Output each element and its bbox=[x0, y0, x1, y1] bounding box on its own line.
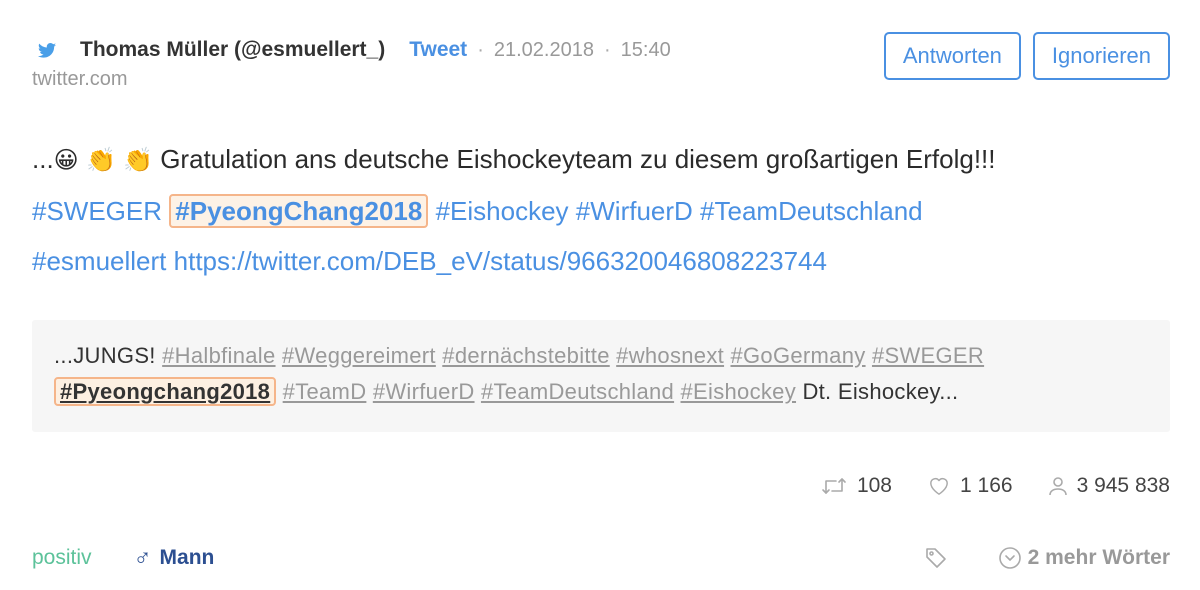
twitter-bird-icon bbox=[34, 37, 60, 63]
quote-prefix: ...JUNGS! bbox=[54, 343, 156, 368]
more-words-label: 2 mehr Wörter bbox=[1027, 546, 1170, 569]
hashtag-link[interactable]: #esmuellert bbox=[32, 246, 166, 276]
gender-text: Mann bbox=[159, 546, 215, 569]
more-words-toggle[interactable]: 2 mehr Wörter bbox=[998, 546, 1170, 570]
quote-hashtag[interactable]: #Eishockey bbox=[681, 379, 797, 404]
sentiment-label[interactable]: positiv bbox=[32, 546, 92, 570]
like-count: 1 166 bbox=[960, 474, 1013, 497]
highlighted-hashtag[interactable]: #PyeongChang2018 bbox=[169, 194, 429, 228]
quote-hashtag[interactable]: #GoGermany bbox=[730, 343, 865, 368]
ignore-button[interactable]: Ignorieren bbox=[1032, 32, 1170, 80]
tweet-url-link[interactable]: https://twitter.com/DEB_eV/status/966320… bbox=[174, 246, 827, 276]
quote-hashtag[interactable]: #dernächstebitte bbox=[442, 343, 609, 368]
tweet-body: Gratulation ans deutsche Eishockeyteam z… bbox=[160, 144, 996, 174]
clapping-hands-emoji: 👏 bbox=[85, 147, 116, 174]
quote-hashtag[interactable]: #whosnext bbox=[616, 343, 724, 368]
quote-hashtag[interactable]: #WirfuerD bbox=[373, 379, 475, 404]
hashtag-link[interactable]: #WirfuerD bbox=[576, 196, 693, 226]
chevron-circle-down-icon bbox=[998, 546, 1022, 570]
heart-icon bbox=[928, 476, 950, 496]
quote-highlighted-hashtag[interactable]: #Pyeongchang2018 bbox=[54, 377, 277, 406]
quote-suffix: Dt. Eishockey... bbox=[802, 379, 959, 404]
grinning-face-emoji: 😀 bbox=[53, 147, 79, 174]
engagement-stats: 108 1 166 3 945 838 bbox=[821, 474, 1170, 498]
retweet-stat: 108 bbox=[821, 474, 892, 498]
gender-label[interactable]: ♂ Mann bbox=[134, 544, 215, 572]
clapping-hands-emoji: 👏 bbox=[123, 147, 153, 174]
tweet-text: ...😀 👏 👏 Gratulation ans deutsche Eishoc… bbox=[32, 134, 1172, 286]
reach-count: 3 945 838 bbox=[1076, 474, 1170, 497]
action-buttons: Antworten Ignorieren bbox=[883, 32, 1170, 80]
post-type-link[interactable]: Tweet bbox=[409, 38, 467, 62]
hashtag-link[interactable]: #TeamDeutschland bbox=[700, 196, 923, 226]
quoted-tweet: ...JUNGS! #Halbfinale #Weggereimert #der… bbox=[32, 320, 1170, 432]
post-date: 21.02.2018 bbox=[493, 38, 594, 61]
hashtag-link[interactable]: #SWEGER bbox=[32, 196, 162, 226]
post-time: 15:40 bbox=[620, 38, 671, 61]
tag-icon[interactable] bbox=[924, 546, 948, 570]
male-symbol-icon: ♂ bbox=[133, 544, 152, 571]
user-icon bbox=[1048, 476, 1067, 496]
like-stat: 1 166 bbox=[928, 474, 1013, 498]
quote-hashtag[interactable]: #TeamD bbox=[283, 379, 367, 404]
quote-hashtag[interactable]: #Weggereimert bbox=[282, 343, 436, 368]
separator-dot: · bbox=[477, 38, 484, 61]
hashtag-link[interactable]: #Eishockey bbox=[436, 196, 569, 226]
reply-button[interactable]: Antworten bbox=[883, 32, 1021, 80]
retweet-count: 108 bbox=[856, 474, 892, 497]
quote-hashtag[interactable]: #Halbfinale bbox=[162, 343, 275, 368]
quote-hashtag[interactable]: #TeamDeutschland bbox=[481, 379, 674, 404]
quote-hashtag[interactable]: #SWEGER bbox=[872, 343, 984, 368]
text-prefix: ... bbox=[32, 144, 54, 174]
retweet-icon bbox=[821, 476, 847, 496]
item-footer: positiv ♂ Mann 2 mehr Wörter bbox=[32, 540, 1170, 576]
separator-dot: · bbox=[603, 38, 611, 61]
author-name[interactable]: Thomas Müller (@esmuellert_) bbox=[80, 38, 385, 62]
reach-stat: 3 945 838 bbox=[1048, 474, 1170, 498]
